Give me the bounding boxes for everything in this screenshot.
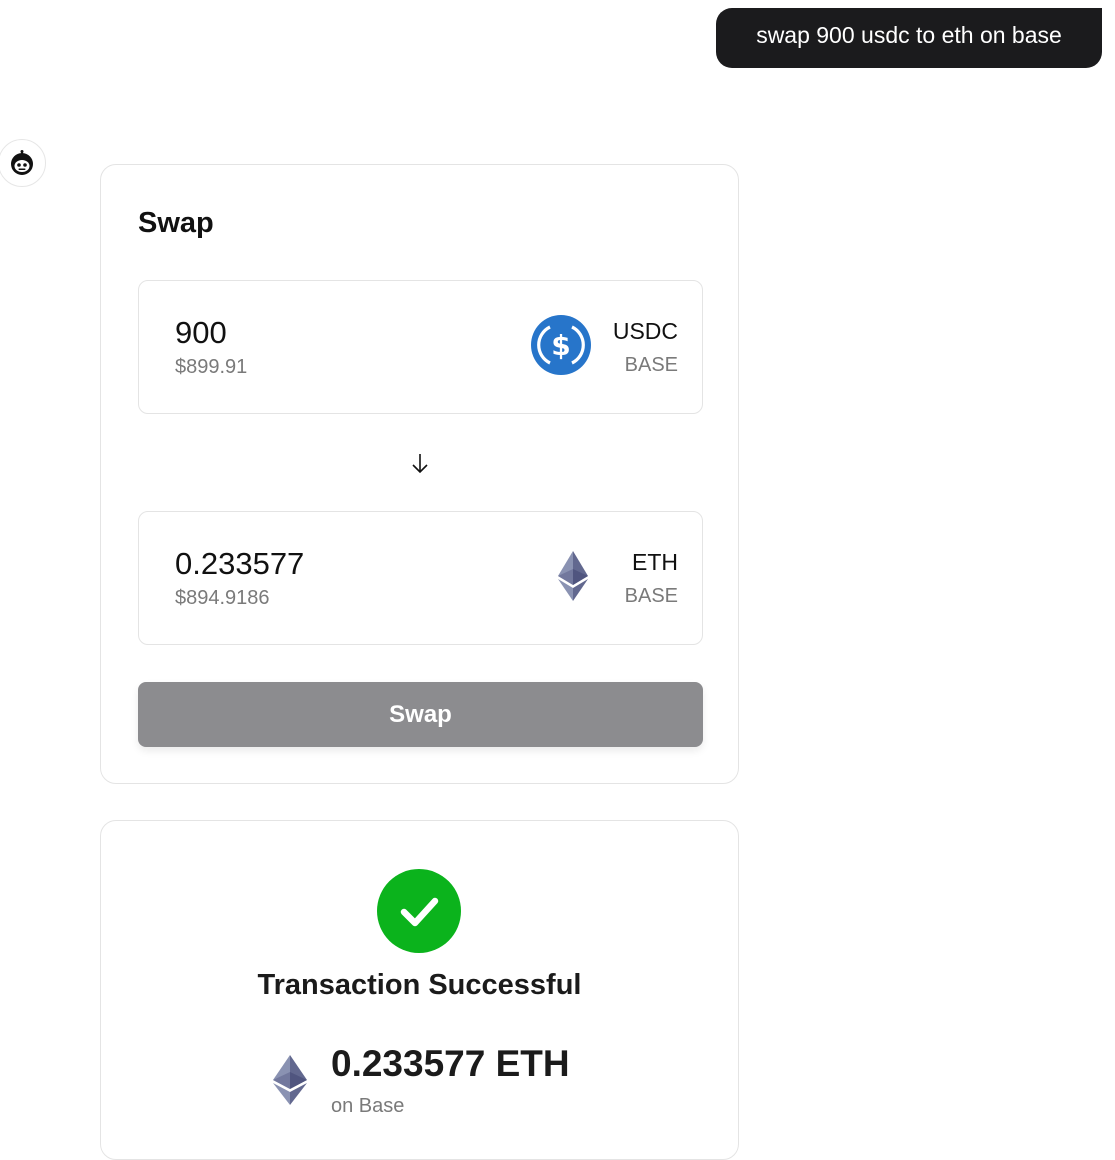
user-message-bubble: swap 900 usdc to eth on base <box>716 8 1102 68</box>
to-amount: 0.233577 <box>175 546 305 581</box>
svg-text:$: $ <box>551 329 570 362</box>
to-token-chain: BASE <box>624 585 678 607</box>
ethereum-icon <box>273 1055 307 1105</box>
from-usd-value: $899.91 <box>175 356 248 378</box>
ethereum-icon <box>558 551 588 601</box>
from-amount: 900 <box>175 315 227 350</box>
transaction-status-title: Transaction Successful <box>257 969 582 1001</box>
success-badge <box>377 869 461 953</box>
received-network: on Base <box>331 1095 405 1117</box>
to-token-symbol: ETH <box>632 549 678 575</box>
arrow-down-icon <box>412 454 428 474</box>
checkmark-icon <box>400 897 439 927</box>
from-token-symbol: USDC <box>612 318 678 344</box>
swap-card-title: Swap <box>138 207 214 239</box>
assistant-avatar <box>0 139 46 187</box>
from-token-chain: BASE <box>624 354 678 376</box>
user-message-text: swap 900 usdc to eth on base <box>756 21 1062 48</box>
received-amount: 0.233577 ETH <box>331 1043 570 1084</box>
to-token-box: 0.233577 $894.9186 ETH BASE <box>138 511 703 645</box>
swap-button[interactable]: Swap <box>138 682 703 747</box>
to-usd-value: $894.9186 <box>175 587 270 609</box>
from-token-box: 900 $899.91 $ USDC BASE <box>138 280 703 414</box>
usdc-icon: $ <box>531 315 591 375</box>
transaction-result-card: Transaction Successful 0.233577 ETH on B… <box>100 820 739 1160</box>
robot-face-icon <box>11 150 33 175</box>
swap-card: Swap 900 $899.91 $ USDC BASE 0.233577 $8… <box>100 164 739 784</box>
